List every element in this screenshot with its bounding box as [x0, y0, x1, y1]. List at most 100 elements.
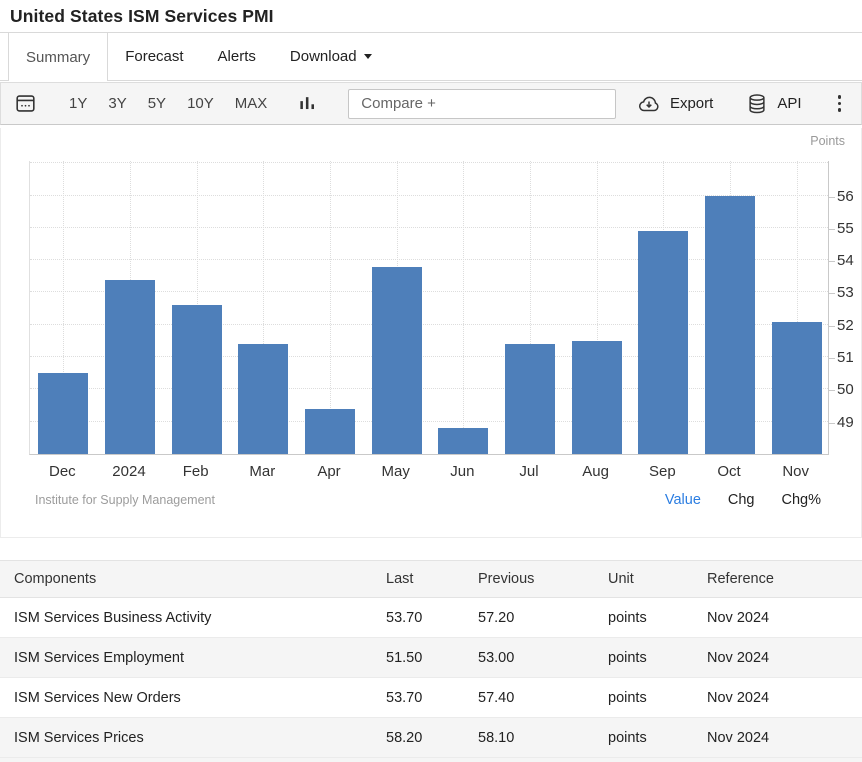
page-header: United States ISM Services PMI	[0, 0, 862, 33]
y-axis-tick	[829, 326, 835, 327]
reference-value: Nov 2024	[707, 610, 862, 626]
x-axis-label: Dec	[29, 462, 96, 482]
chart-bar-may[interactable]	[372, 267, 422, 454]
component-name[interactable]: ISM Services Business Activity	[0, 610, 386, 626]
y-axis-label: 50	[837, 381, 854, 399]
y-axis-tick	[829, 261, 835, 262]
chart-bar-2024[interactable]	[105, 280, 155, 454]
calendar-icon	[15, 93, 36, 114]
export-button[interactable]: Export	[637, 92, 713, 116]
toolbar-right-group: Export API	[637, 92, 847, 116]
previous-value: 57.20	[478, 610, 608, 626]
range-1y[interactable]: 1Y	[69, 95, 87, 112]
chart-card: Points 49 50 51 52 53 54 55 56 Dec2024FebMarApr…	[0, 128, 862, 538]
previous-value: 58.10	[478, 730, 608, 746]
mode-chg[interactable]: Chg	[728, 492, 755, 508]
database-icon	[746, 93, 768, 115]
next-row-peek	[0, 758, 862, 762]
chart-bar-sep[interactable]	[638, 231, 688, 454]
x-axis-label: Jul	[496, 462, 563, 482]
plot-area	[29, 161, 829, 455]
tab-download-label: Download	[290, 48, 357, 65]
x-axis-label: Aug	[562, 462, 629, 482]
chart-bar-jul[interactable]	[505, 344, 555, 454]
gridline-v	[463, 161, 464, 454]
tab-summary[interactable]: Summary	[8, 33, 108, 81]
table-row[interactable]: ISM Services Business Activity53.7057.20…	[0, 598, 862, 638]
range-5y[interactable]: 5Y	[148, 95, 166, 112]
compare-input[interactable]	[348, 89, 616, 119]
table-row[interactable]: ISM Services Prices58.2058.10pointsNov 2…	[0, 718, 862, 758]
mode-chg-pct[interactable]: Chg%	[782, 492, 822, 508]
chart-toolbar: 1Y 3Y 5Y 10Y MAX Export	[0, 82, 862, 125]
y-axis-label: 53	[837, 284, 854, 302]
component-name[interactable]: ISM Services Prices	[0, 730, 386, 746]
chart-bar-aug[interactable]	[572, 341, 622, 454]
reference-value: Nov 2024	[707, 690, 862, 706]
x-axis-label: Oct	[696, 462, 763, 482]
chart-bar-jun[interactable]	[438, 428, 488, 454]
unit-value: points	[608, 650, 707, 666]
x-axis-label: Mar	[229, 462, 296, 482]
component-name[interactable]: ISM Services Employment	[0, 650, 386, 666]
kebab-menu-icon[interactable]	[832, 93, 848, 114]
gridline-h	[30, 162, 828, 163]
chart-bar-oct[interactable]	[705, 196, 755, 454]
chart-footer: Institute for Supply Management Value Ch…	[1, 488, 861, 512]
y-axis-label: 51	[837, 349, 854, 367]
chart-source: Institute for Supply Management	[35, 493, 215, 507]
reference-value: Nov 2024	[707, 650, 862, 666]
y-axis-label: 56	[837, 188, 854, 206]
ism-services-pmi-page: United States ISM Services PMI Summary F…	[0, 0, 862, 762]
range-10y[interactable]: 10Y	[187, 95, 214, 112]
x-axis-label: 2024	[96, 462, 163, 482]
y-axis-label: 54	[837, 252, 854, 270]
chart-bar-mar[interactable]	[238, 344, 288, 454]
col-header-reference: Reference	[707, 571, 862, 587]
range-3y[interactable]: 3Y	[108, 95, 126, 112]
y-axis-label: 49	[837, 414, 854, 432]
cloud-download-icon	[637, 92, 661, 116]
components-table-body: ISM Services Business Activity53.7057.20…	[0, 598, 862, 758]
last-value: 51.50	[386, 650, 478, 666]
caret-down-icon	[364, 54, 372, 59]
x-axis-label: Apr	[296, 462, 363, 482]
y-axis-unit-label: Points	[810, 134, 845, 148]
mode-value[interactable]: Value	[665, 492, 701, 508]
y-axis-tick	[829, 229, 835, 230]
calendar-button[interactable]	[15, 93, 36, 114]
col-header-unit: Unit	[608, 571, 707, 587]
last-value: 53.70	[386, 610, 478, 626]
chart-mode-switch: Value Chg Chg%	[665, 492, 821, 508]
y-axis-tick	[829, 390, 835, 391]
tab-bar: Summary Forecast Alerts Download	[0, 33, 862, 81]
chart-type-button[interactable]	[298, 94, 317, 113]
range-max[interactable]: MAX	[235, 95, 268, 112]
x-axis-label: Feb	[162, 462, 229, 482]
chart-bar-feb[interactable]	[172, 305, 222, 454]
x-axis-label: May	[362, 462, 429, 482]
y-axis-label: 55	[837, 220, 854, 238]
page-title: United States ISM Services PMI	[10, 6, 274, 27]
unit-value: points	[608, 610, 707, 626]
reference-value: Nov 2024	[707, 730, 862, 746]
table-row[interactable]: ISM Services Employment51.5053.00pointsN…	[0, 638, 862, 678]
x-axis-label: Jun	[429, 462, 496, 482]
unit-value: points	[608, 690, 707, 706]
component-name[interactable]: ISM Services New Orders	[0, 690, 386, 706]
tab-download[interactable]: Download	[273, 33, 389, 80]
tab-alerts[interactable]: Alerts	[201, 33, 273, 80]
last-value: 58.20	[386, 730, 478, 746]
table-row[interactable]: ISM Services New Orders53.7057.40pointsN…	[0, 678, 862, 718]
chart-bar-apr[interactable]	[305, 409, 355, 454]
x-axis-label: Nov	[762, 462, 829, 482]
y-axis-label: 52	[837, 317, 854, 335]
previous-value: 57.40	[478, 690, 608, 706]
export-label: Export	[670, 95, 713, 112]
components-table: Components Last Previous Unit Reference …	[0, 560, 862, 758]
chart-bar-nov[interactable]	[772, 322, 822, 454]
api-button[interactable]: API	[746, 93, 801, 115]
y-axis-tick	[829, 293, 835, 294]
chart-bar-dec[interactable]	[38, 373, 88, 454]
tab-forecast[interactable]: Forecast	[108, 33, 200, 80]
